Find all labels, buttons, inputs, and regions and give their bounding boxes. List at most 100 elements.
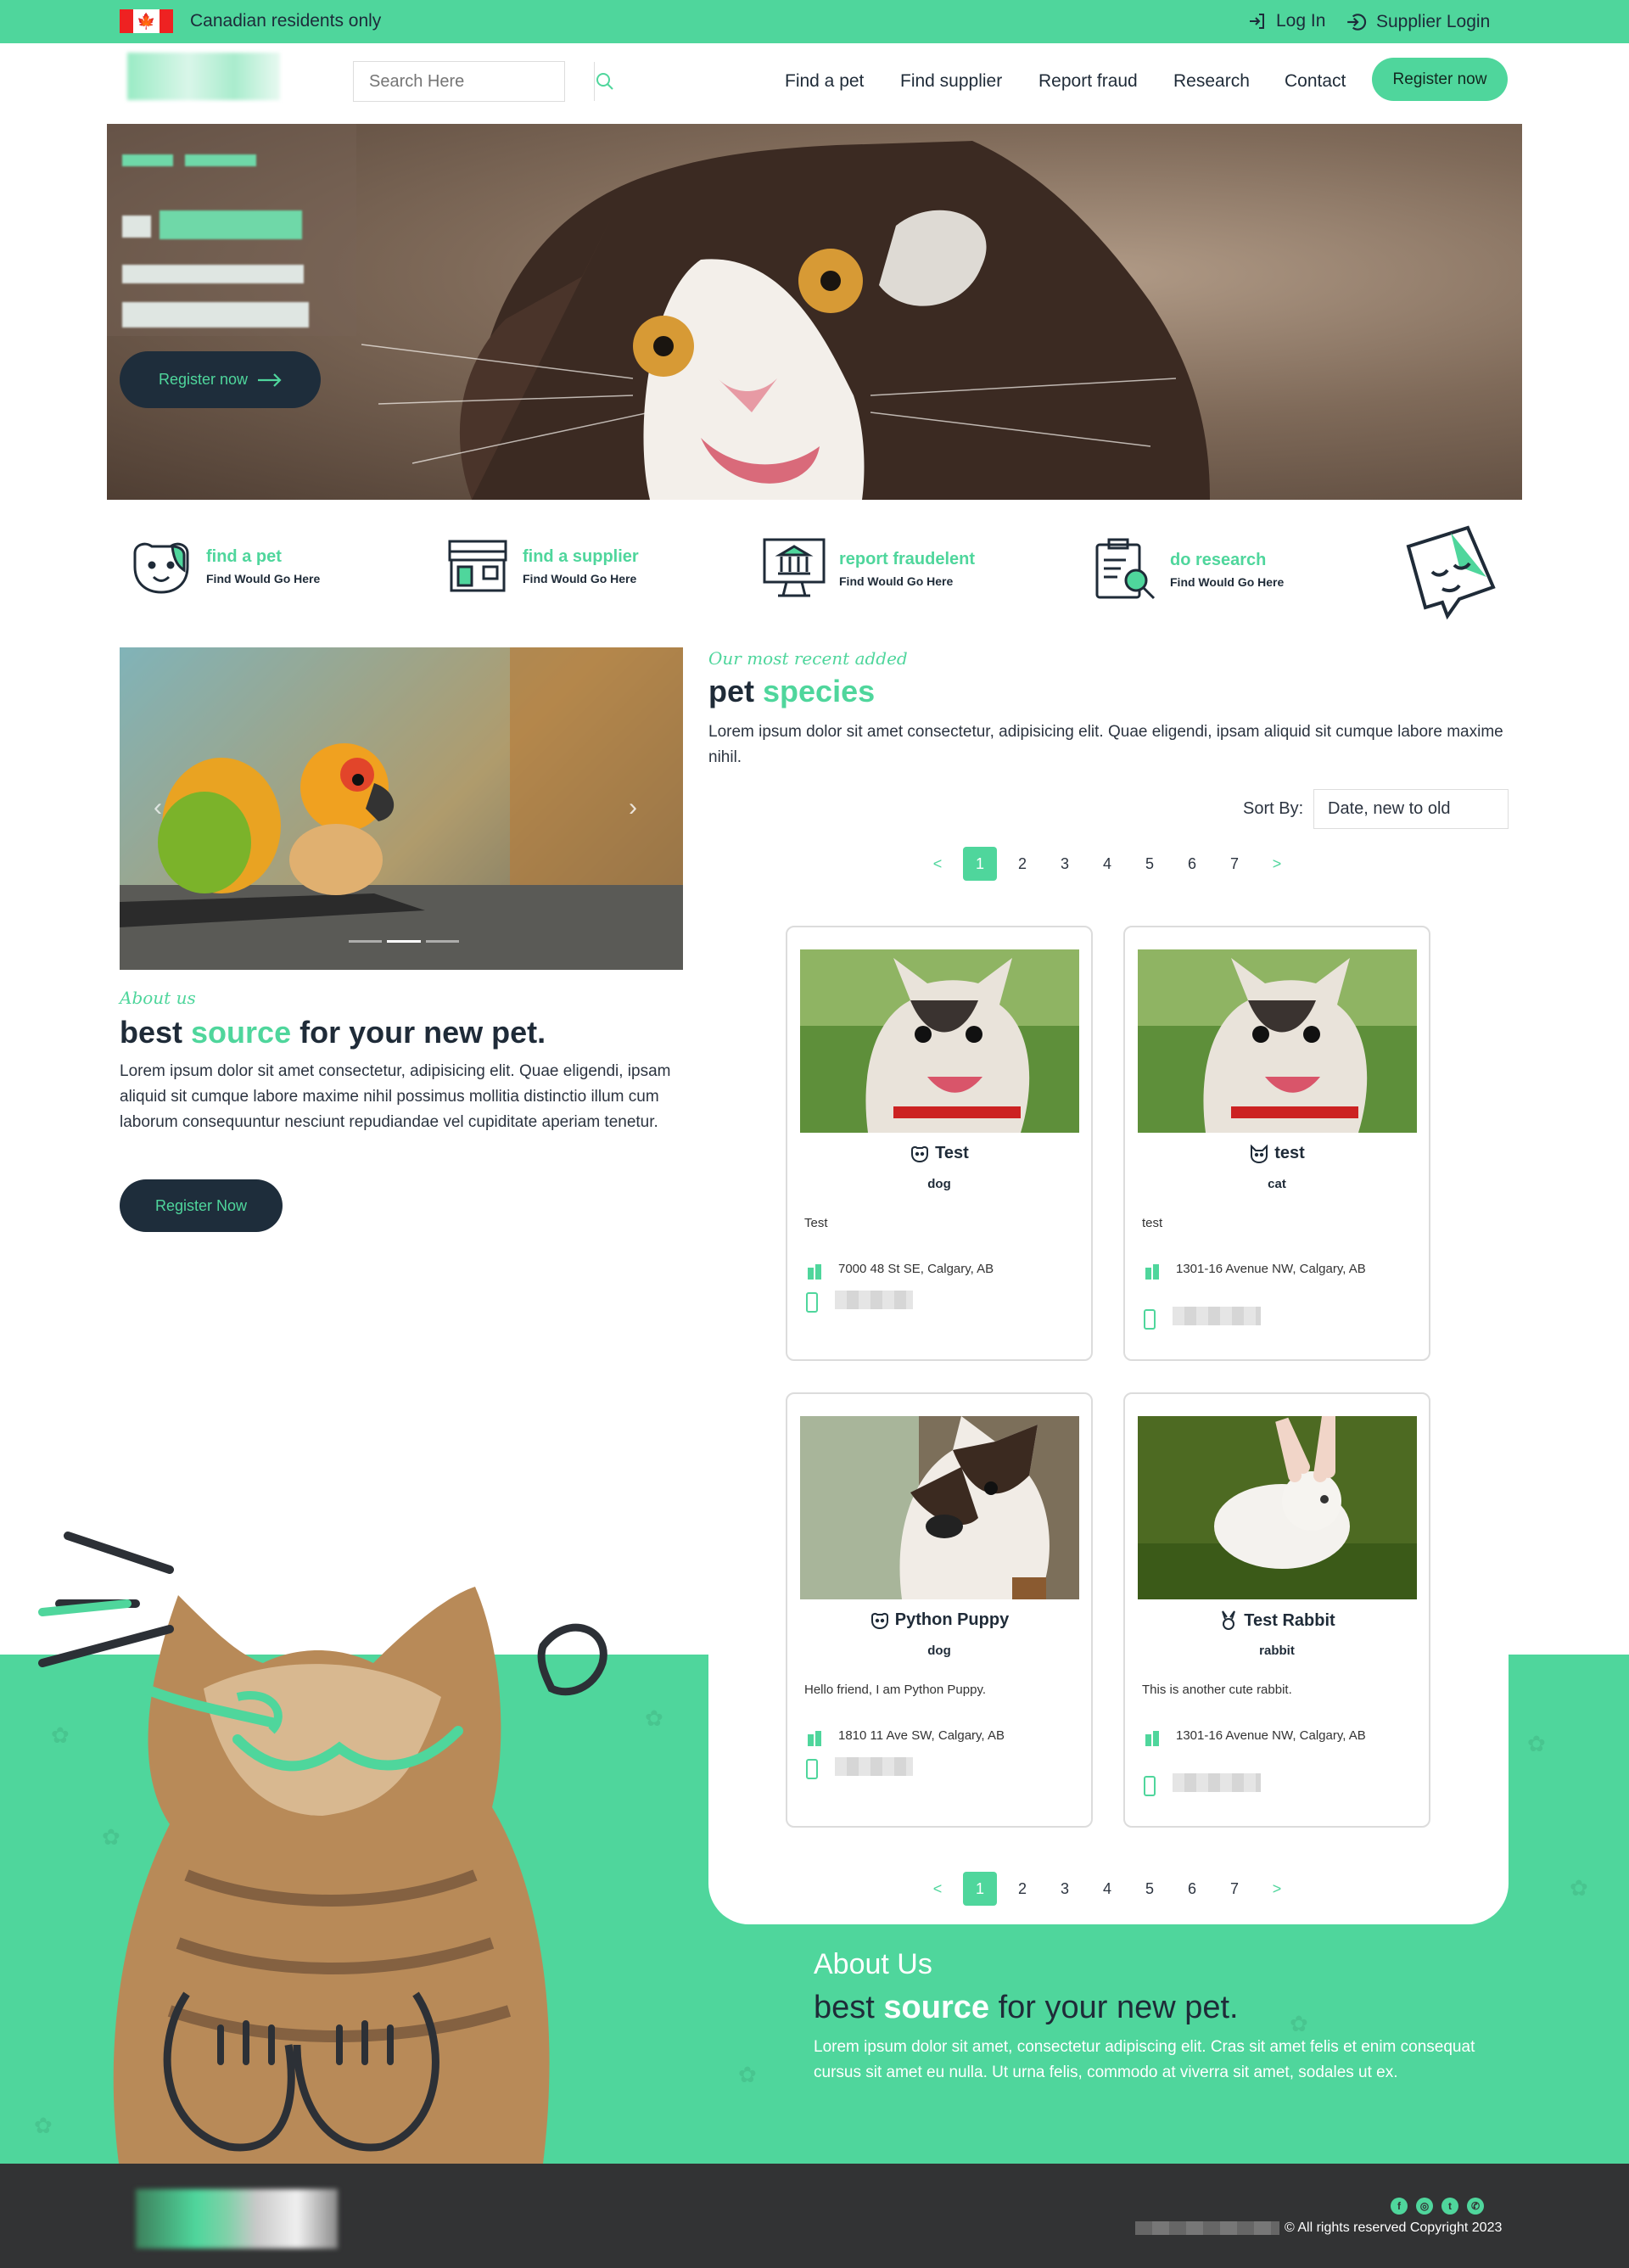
top-bar: 🍁 Canadian residents only Log In Supplie… [0, 0, 1629, 43]
pet-address: 1810 11 Ave SW, Calgary, AB [838, 1728, 1005, 1743]
phone-number-redacted [1173, 1773, 1261, 1792]
dog-face-icon [133, 542, 189, 594]
nav-find-a-pet[interactable]: Find a pet [785, 71, 864, 92]
hero-register-button[interactable]: Register now [120, 351, 321, 408]
pet-name: Test Rabbit [1125, 1610, 1429, 1631]
monitor-bank-icon [763, 538, 826, 597]
slider-dots[interactable] [349, 940, 459, 943]
page-4[interactable]: 4 [1086, 1880, 1128, 1898]
page-5[interactable]: 5 [1128, 855, 1171, 873]
pet-name: test [1125, 1144, 1429, 1163]
about-us-heading: About Us [814, 1948, 932, 1980]
phone-number-redacted [835, 1757, 913, 1776]
pet-card[interactable]: test cat test 1301-16 Avenue NW, Calgary… [1123, 926, 1430, 1361]
search-button[interactable] [594, 62, 615, 101]
about-kicker: About us [120, 988, 196, 1008]
pagination-next[interactable]: > [1256, 855, 1298, 873]
phone-icon [1144, 1309, 1156, 1330]
residents-notice: Canadian residents only [190, 11, 382, 31]
nav-research[interactable]: Research [1173, 71, 1250, 92]
whatsapp-icon[interactable]: ✆ [1467, 2198, 1484, 2215]
search-icon [596, 73, 613, 90]
nav-report-fraud[interactable]: Report fraud [1038, 71, 1138, 92]
copyright: © All rights reserved Copyright 2023 [1135, 2220, 1502, 2236]
page-5[interactable]: 5 [1128, 1880, 1171, 1898]
pet-card[interactable]: Python Puppy dog Hello friend, I am Pyth… [786, 1392, 1093, 1828]
login-link[interactable]: Log In [1247, 11, 1325, 31]
pet-species: dog [927, 1177, 951, 1191]
about-register-button[interactable]: Register Now [120, 1179, 283, 1232]
page-1[interactable]: 1 [963, 847, 997, 881]
page-2[interactable]: 2 [1001, 1880, 1044, 1898]
page-6[interactable]: 6 [1171, 1880, 1213, 1898]
clipboard-search-icon [1095, 538, 1156, 600]
register-now-button[interactable]: Register now [1372, 58, 1508, 101]
about-body: Lorem ipsum dolor sit amet consectetur, … [120, 1062, 671, 1131]
kitten-illustration [38, 1532, 607, 2164]
dog-face-icon [870, 1612, 888, 1629]
species-kicker: Our most recent added [708, 648, 908, 669]
pet-species: cat [1268, 1177, 1286, 1191]
parrot-slider: ‹ › [120, 647, 683, 970]
pet-species: rabbit [1259, 1644, 1295, 1658]
sort-select[interactable]: Date, new to old [1313, 789, 1509, 829]
nav-find-supplier[interactable]: Find supplier [900, 71, 1002, 92]
pagination-prev[interactable]: < [916, 1880, 959, 1898]
rabbit-face-icon [1222, 1610, 1236, 1630]
building-icon [808, 1264, 821, 1280]
search-input[interactable] [354, 62, 594, 101]
page-3[interactable]: 3 [1044, 855, 1086, 873]
social-links: f ◎ t ✆ [1391, 2198, 1484, 2215]
page-6[interactable]: 6 [1171, 855, 1213, 873]
pet-name: Test [787, 1144, 1091, 1163]
twitter-icon[interactable]: t [1441, 2198, 1458, 2215]
pet-address: 7000 48 St SE, Calgary, AB [838, 1262, 994, 1276]
parrot-image [120, 647, 683, 970]
pet-address: 1301-16 Avenue NW, Calgary, AB [1176, 1728, 1366, 1743]
login-icon [1250, 14, 1264, 29]
supplier-login-icon [1347, 14, 1367, 31]
pagination-prev[interactable]: < [916, 855, 959, 873]
page-4[interactable]: 4 [1086, 855, 1128, 873]
phone-icon [1144, 1776, 1156, 1796]
footer-logo[interactable] [136, 2189, 338, 2248]
pet-photo [800, 1416, 1079, 1599]
about-title: best source for your new pet. [120, 1015, 546, 1050]
arrow-right-icon [258, 372, 282, 387]
nav-contact[interactable]: Contact [1285, 71, 1346, 92]
building-icon [808, 1731, 821, 1746]
facebook-icon[interactable]: f [1391, 2198, 1408, 2215]
slider-next-arrow[interactable]: › [629, 793, 637, 822]
cat-chat-bubble-icon [1406, 525, 1496, 620]
about-us-title: best source for your new pet. [814, 1990, 1239, 2025]
pet-description: Hello friend, I am Python Puppy. [804, 1683, 986, 1697]
feature-find-pet[interactable]: find a pet Find Would Go Here [128, 536, 320, 596]
pet-photo [1138, 949, 1417, 1133]
pet-card[interactable]: Test Rabbit rabbit This is another cute … [1123, 1392, 1430, 1828]
page-7[interactable]: 7 [1213, 855, 1256, 873]
phone-icon [806, 1759, 818, 1779]
pet-photo [800, 949, 1079, 1133]
site-logo[interactable] [127, 53, 280, 100]
slider-prev-arrow[interactable]: ‹ [154, 793, 162, 822]
dog-face-icon [911, 1145, 929, 1162]
instagram-icon[interactable]: ◎ [1416, 2198, 1433, 2215]
page-1[interactable]: 1 [963, 1872, 997, 1906]
page-3[interactable]: 3 [1044, 1880, 1086, 1898]
pet-description: Test [804, 1216, 828, 1230]
species-title: pet species [708, 674, 876, 708]
page-2[interactable]: 2 [1001, 855, 1044, 873]
pet-address: 1301-16 Avenue NW, Calgary, AB [1176, 1262, 1366, 1276]
cat-face-icon [1251, 1144, 1268, 1163]
hero-text-panel [107, 124, 356, 336]
supplier-login-link[interactable]: Supplier Login [1346, 11, 1490, 33]
feature-report-fraud[interactable]: report fraudelent Find Would Go Here [761, 536, 975, 601]
page-7[interactable]: 7 [1213, 1880, 1256, 1898]
feature-do-research[interactable]: do research Find Would Go Here [1092, 536, 1284, 602]
pagination-next[interactable]: > [1256, 1880, 1298, 1898]
pagination-bottom: < 1 2 3 4 5 6 7 > [916, 1872, 1298, 1906]
about-us-body: Lorem ipsum dolor sit amet, consectetur … [814, 2038, 1475, 2081]
storefront-icon [448, 540, 507, 592]
pet-card[interactable]: Test dog Test 7000 48 St SE, Calgary, AB [786, 926, 1093, 1361]
feature-find-supplier[interactable]: find a supplier Find Would Go Here [445, 536, 639, 596]
